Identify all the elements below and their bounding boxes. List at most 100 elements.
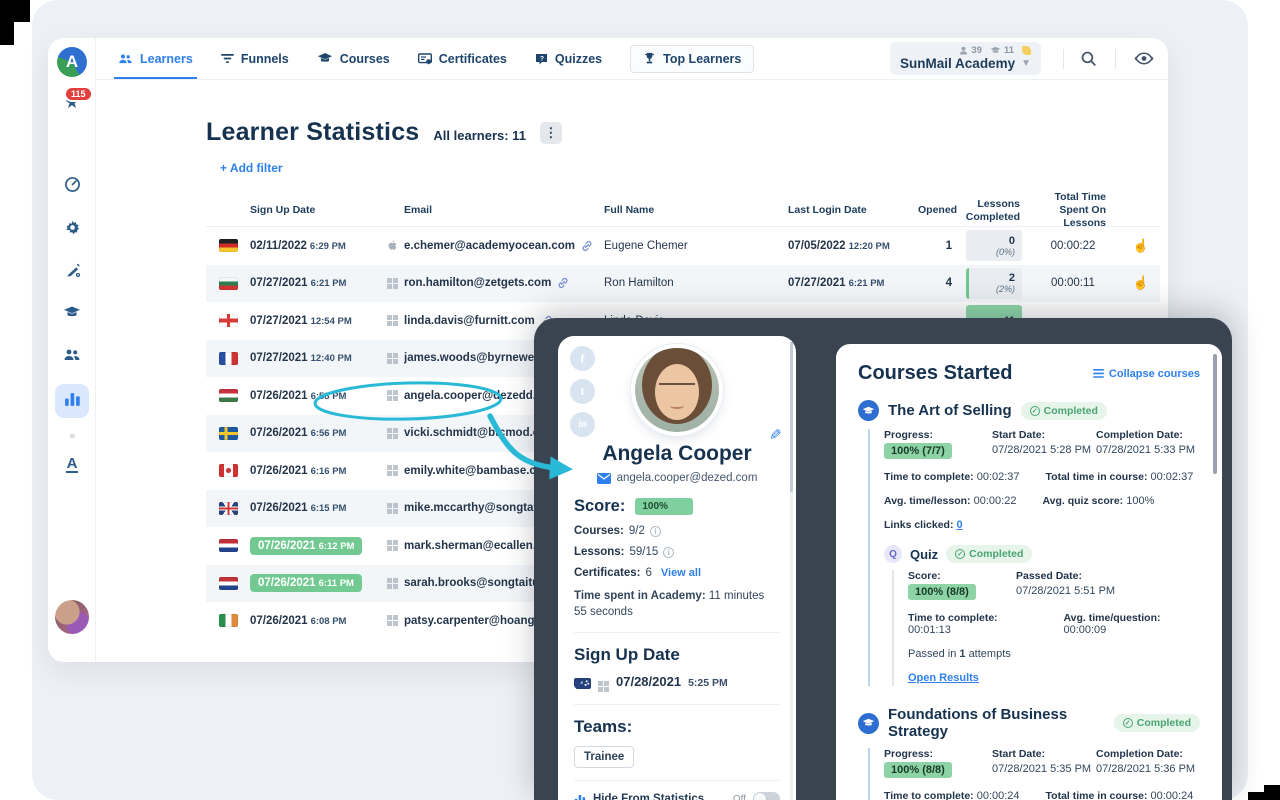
signup-date-cell: 07/27/202112:40 PM — [250, 352, 380, 364]
header-lessons[interactable]: Lessons Completed — [962, 198, 1024, 224]
academy-switcher[interactable]: 39 11 SunMail Academy ▼ — [890, 42, 1041, 75]
search-button[interactable] — [1080, 50, 1097, 67]
screenshot-stage: A 115 ★ A — [0, 0, 1280, 800]
email-cell[interactable]: ron.hamilton@zetgets.com — [404, 277, 604, 289]
nav-tabs: Learners Funnels Courses Certificates ? … — [118, 38, 754, 79]
course-header[interactable]: Foundations of Business Strategy ✓Comple… — [858, 706, 1200, 740]
header-time[interactable]: Total Time Spent On Lessons — [1024, 191, 1122, 230]
course-icon — [858, 400, 879, 421]
email-cell[interactable]: e.chemer@academyocean.com — [404, 240, 604, 252]
quiz-details: Score: 100% (8/8) Passed Date: 07/28/202… — [892, 570, 1200, 686]
info-icon[interactable]: i — [663, 547, 674, 558]
academy-stats: 39 11 — [900, 45, 1031, 56]
twitter-icon[interactable]: t — [570, 379, 595, 404]
passed-date-value: 07/28/2021 5:51 PM — [1016, 585, 1200, 597]
bar-chart-icon — [574, 794, 586, 800]
profile-photo — [631, 344, 723, 436]
completion-date-label: Completion Date: — [1096, 429, 1200, 441]
quiz-header[interactable]: Q Quiz ✓Completed — [884, 545, 1200, 563]
time-cell: 00:00:11 — [1024, 277, 1122, 289]
user-avatar[interactable] — [55, 600, 89, 634]
link-icon[interactable] — [557, 277, 569, 289]
click-activity-icon[interactable]: ☝ — [1122, 275, 1160, 291]
info-icon[interactable]: i — [650, 526, 661, 537]
divider — [1063, 49, 1064, 69]
sidebar-item-typography[interactable]: A — [48, 456, 96, 473]
view-all-link[interactable]: View all — [661, 567, 701, 579]
header-lastlogin[interactable]: Last Login Date — [788, 204, 918, 217]
course-name: Foundations of Business Strategy — [888, 706, 1105, 740]
hide-stats-toggle[interactable] — [753, 792, 780, 800]
ttc-label: Time to complete: — [884, 471, 974, 483]
list-icon — [1093, 369, 1104, 378]
academyocean-logo[interactable]: A — [57, 47, 87, 77]
scrollbar-thumb[interactable] — [1213, 354, 1217, 474]
users-icon — [63, 348, 81, 362]
header-fullname[interactable]: Full Name — [604, 204, 788, 217]
open-results-link[interactable]: Open Results — [908, 672, 979, 684]
signup-date-cell: 07/27/202112:54 PM — [250, 315, 380, 327]
header-opened[interactable]: Opened — [918, 204, 962, 217]
sidebar-item-branding[interactable] — [48, 262, 96, 279]
signup-date-cell: 07/26/20216:11 PM — [250, 574, 380, 592]
team-chip[interactable]: Trainee — [574, 746, 634, 768]
quiz-score-badge: 100% (8/8) — [908, 584, 976, 600]
facebook-icon[interactable]: f — [570, 346, 595, 371]
preview-button[interactable] — [1134, 51, 1154, 66]
courses-value: 9/2 — [629, 525, 645, 537]
header-signup[interactable]: Sign Up Date — [250, 204, 380, 217]
tab-funnels[interactable]: Funnels — [221, 38, 289, 79]
table-row[interactable]: 02/11/20226:29 PMe.chemer@academyocean.c… — [206, 227, 1160, 265]
links-clicked-link[interactable]: 0 — [957, 519, 963, 531]
collapse-courses-button[interactable]: Collapse courses — [1093, 368, 1200, 380]
courses-started-title: Courses Started — [858, 362, 1013, 385]
sidebar-dot — [70, 434, 75, 438]
table-header-row: Sign Up Date Email Full Name Last Login … — [206, 191, 1160, 227]
windows-icon — [387, 540, 398, 551]
table-row[interactable]: 07/27/20216:21 PMron.hamilton@zetgets.co… — [206, 265, 1160, 303]
sidebar-item-courses[interactable] — [48, 305, 96, 320]
avg-quiz-value: 100% — [1126, 495, 1154, 507]
windows-icon — [387, 428, 398, 439]
tab-top-learners[interactable]: Top Learners — [630, 45, 754, 73]
profile-email-row[interactable]: angela.cooper@dezed.com — [574, 472, 780, 484]
windows-icon — [598, 681, 609, 692]
hide-stats-label: Hide From Statistics — [593, 793, 704, 800]
sidebar-item-learners[interactable] — [48, 348, 96, 362]
linkedin-icon[interactable]: in — [570, 412, 595, 437]
os-icon-cell — [380, 239, 404, 252]
click-activity-icon[interactable]: ☝ — [1122, 238, 1160, 254]
signup-date-cell: 07/26/20216:08 PM — [250, 615, 380, 627]
courses-started-card: Courses Started Collapse courses The Art… — [836, 344, 1222, 800]
opened-cell: 1 — [918, 240, 962, 252]
tab-courses[interactable]: Courses — [317, 38, 390, 79]
header-email[interactable]: Email — [404, 204, 604, 217]
sidebar-item-dashboard[interactable] — [48, 176, 96, 193]
topbar-right: 39 11 SunMail Academy ▼ — [890, 42, 1154, 75]
add-filter-button[interactable]: + Add filter — [220, 161, 1168, 175]
course-header[interactable]: The Art of Selling ✓Completed — [858, 400, 1200, 421]
eye-icon — [1134, 51, 1154, 66]
ttc-value: 00:00:24 — [977, 790, 1020, 800]
mail-icon — [597, 473, 611, 484]
tab-label: Quizzes — [555, 52, 602, 66]
collapse-courses-label: Collapse courses — [1109, 368, 1200, 380]
sidebar-item-settings[interactable] — [48, 219, 96, 236]
os-icon-cell — [380, 578, 404, 589]
signup-date-cell: 07/26/20216:58 PM — [250, 390, 380, 402]
progress-label: Progress: — [884, 748, 992, 760]
scrollbar-thumb[interactable] — [790, 342, 793, 492]
link-icon[interactable] — [581, 240, 593, 252]
sidebar-item-statistics[interactable] — [48, 392, 96, 407]
page-title: Learner Statistics — [206, 118, 419, 147]
academy-name: SunMail Academy — [900, 56, 1015, 71]
tab-learners[interactable]: Learners — [118, 38, 193, 79]
divider — [574, 704, 780, 705]
tab-quizzes[interactable]: ? Quizzes — [535, 38, 602, 79]
os-icon-cell — [380, 278, 404, 289]
tab-certificates[interactable]: Certificates — [418, 38, 507, 79]
edit-pencil-icon[interactable]: ✎ — [769, 426, 782, 444]
total-time-label: Total time in course: — [1046, 790, 1148, 800]
more-options-button[interactable]: ⋮ — [540, 122, 562, 144]
graduation-cap-icon — [63, 305, 81, 320]
